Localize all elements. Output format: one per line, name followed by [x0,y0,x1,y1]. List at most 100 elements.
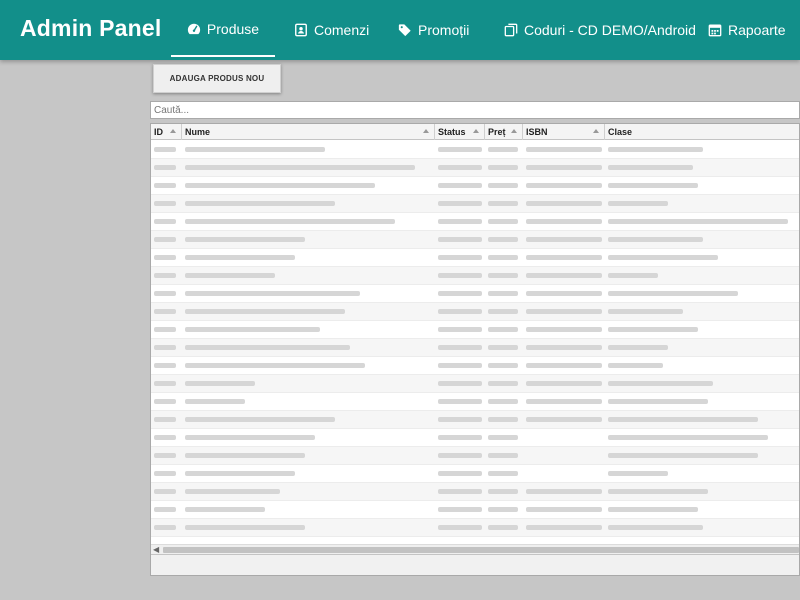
blurred-cell [526,273,602,278]
blurred-cell [185,435,315,440]
blurred-cell [185,453,305,458]
blurred-cell [154,219,176,224]
blurred-cell [154,165,176,170]
top-app-bar: Admin Panel Produse Comenzi Promoții Cod… [0,0,800,60]
scrollbar-thumb[interactable] [163,547,799,553]
table-row[interactable] [151,285,799,303]
table-row[interactable] [151,141,799,159]
table-row[interactable] [151,375,799,393]
copy-icon [504,23,518,37]
blurred-cell [608,363,663,368]
blurred-cell [526,201,602,206]
blurred-cell [608,255,718,260]
blurred-cell [488,435,518,440]
blurred-cell [438,471,482,476]
column-header-nume[interactable]: Nume [182,124,435,140]
blurred-cell [488,165,518,170]
blurred-cell [438,291,482,296]
blurred-cell [185,309,345,314]
blurred-cell [438,525,482,530]
table-row[interactable] [151,357,799,375]
blurred-cell [608,525,703,530]
table-row[interactable] [151,195,799,213]
blurred-cell [154,201,176,206]
blurred-cell [154,327,176,332]
blurred-cell [608,399,708,404]
table-row[interactable] [151,393,799,411]
sort-icon [593,129,599,133]
nav-comenzi[interactable]: Comenzi [294,0,369,60]
blurred-cell [185,399,245,404]
blurred-cell [438,237,482,242]
column-header-id[interactable]: ID [151,124,182,140]
table-row[interactable] [151,411,799,429]
nav-rapoarte[interactable]: Rapoarte [708,0,786,60]
blurred-cell [185,381,255,386]
search-input[interactable] [150,101,800,119]
blurred-cell [526,327,602,332]
nav-coduri[interactable]: Coduri - CD DEMO/Android [504,0,696,60]
blurred-cell [608,417,758,422]
blurred-cell [608,327,698,332]
column-header-status[interactable]: Status [435,124,485,140]
blurred-cell [526,309,602,314]
table-row[interactable] [151,339,799,357]
column-header-clase[interactable]: Clase [605,124,799,140]
blurred-cell [488,201,518,206]
blurred-cell [185,255,295,260]
blurred-cell [438,273,482,278]
table-row[interactable] [151,177,799,195]
table-row[interactable] [151,429,799,447]
blurred-cell [488,489,518,494]
blurred-cell [438,417,482,422]
blurred-cell [154,525,176,530]
column-header-isbn[interactable]: ISBN [523,124,605,140]
blurred-cell [185,489,280,494]
blurred-cell [608,183,698,188]
blurred-cell [154,147,176,152]
blurred-cell [438,165,482,170]
blurred-cell [154,345,176,350]
table-row[interactable] [151,231,799,249]
table-row[interactable] [151,447,799,465]
blurred-cell [608,309,683,314]
table-row[interactable] [151,267,799,285]
add-product-button[interactable]: ADAUGA PRODUS NOU [153,64,281,93]
table-row[interactable] [151,249,799,267]
blurred-cell [526,345,602,350]
table-row[interactable] [151,465,799,483]
blurred-cell [185,417,335,422]
blurred-cell [185,201,335,206]
blurred-cell [526,363,602,368]
nav-coduri-label: Coduri - CD DEMO/Android [524,22,696,38]
blurred-cell [608,165,693,170]
blurred-cell [608,237,703,242]
sort-icon [473,129,479,133]
table-row[interactable] [151,501,799,519]
blurred-cell [488,291,518,296]
blurred-cell [488,309,518,314]
table-row[interactable] [151,303,799,321]
scroll-left-icon[interactable]: ◀ [153,546,159,554]
blurred-cell [488,417,518,422]
blurred-cell [438,381,482,386]
nav-promotii[interactable]: Promoții [398,0,469,60]
table-row[interactable] [151,519,799,537]
blurred-cell [185,507,265,512]
column-header-pret[interactable]: Preț [485,124,523,140]
blurred-cell [438,399,482,404]
blurred-cell [526,417,602,422]
blurred-cell [526,507,602,512]
blurred-cell [608,471,668,476]
horizontal-scrollbar[interactable]: ◀ [151,544,799,554]
table-row[interactable] [151,213,799,231]
table-row[interactable] [151,483,799,501]
blurred-cell [185,183,375,188]
table-footer [151,554,799,575]
table-row[interactable] [151,321,799,339]
blurred-cell [438,507,482,512]
nav-produse[interactable]: Produse [171,0,275,60]
table-row[interactable] [151,159,799,177]
sort-icon [423,129,429,133]
blurred-cell [185,165,415,170]
